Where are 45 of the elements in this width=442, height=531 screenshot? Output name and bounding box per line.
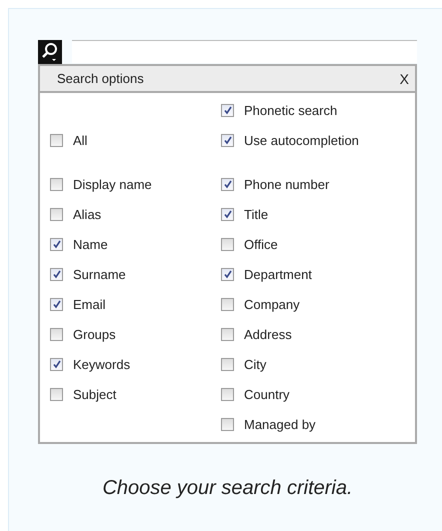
- checkbox-option[interactable]: Phone number: [221, 169, 415, 199]
- checkbox-option[interactable]: Use autocompletion: [221, 125, 415, 155]
- checkbox[interactable]: [221, 388, 234, 400]
- checkbox-option[interactable]: Email: [50, 289, 221, 319]
- search-field[interactable]: [72, 40, 417, 63]
- checkbox[interactable]: [50, 178, 63, 190]
- checkbox-option[interactable]: All: [50, 125, 221, 155]
- checkbox[interactable]: [221, 328, 234, 340]
- panel-title: Search options: [57, 71, 144, 86]
- checkbox[interactable]: [50, 328, 63, 340]
- checkbox[interactable]: [50, 268, 63, 280]
- checkbox[interactable]: [221, 238, 234, 250]
- checkbox[interactable]: [221, 178, 234, 190]
- checkbox[interactable]: [221, 358, 234, 370]
- checkbox-option[interactable]: Company: [221, 289, 415, 319]
- checkbox-option[interactable]: Country: [221, 379, 415, 409]
- checkbox[interactable]: [221, 208, 234, 220]
- checkbox-option[interactable]: Keywords: [50, 349, 221, 379]
- checkbox-option[interactable]: Groups: [50, 319, 221, 349]
- checkbox[interactable]: [221, 104, 234, 116]
- checkbox[interactable]: [221, 298, 234, 310]
- checkbox[interactable]: [221, 418, 234, 430]
- checkbox[interactable]: [221, 268, 234, 280]
- checkbox[interactable]: [221, 134, 234, 146]
- checkbox-option[interactable]: Surname: [50, 259, 221, 289]
- checkbox[interactable]: [50, 388, 63, 400]
- checkbox-option[interactable]: Alias: [50, 199, 221, 229]
- checkbox[interactable]: [50, 134, 63, 146]
- checkbox-option[interactable]: Subject: [50, 379, 221, 409]
- checkbox-option[interactable]: Display name: [50, 169, 221, 199]
- checkbox-option[interactable]: Phonetic search: [221, 95, 415, 125]
- checkbox[interactable]: [50, 298, 63, 310]
- checkbox-option[interactable]: Department: [221, 259, 415, 289]
- checkbox-option[interactable]: Title: [221, 199, 415, 229]
- search-icon[interactable]: [38, 40, 62, 64]
- checkbox[interactable]: [50, 238, 63, 250]
- checkbox-option[interactable]: Office: [221, 229, 415, 259]
- checkbox-option[interactable]: Managed by: [221, 409, 415, 439]
- checkbox-option[interactable]: City: [221, 349, 415, 379]
- close-button[interactable]: X: [398, 70, 411, 86]
- checkbox-option[interactable]: Address: [221, 319, 415, 349]
- checkbox[interactable]: [50, 358, 63, 370]
- caption: Choose your search criteria.: [101, 477, 354, 500]
- checkbox[interactable]: [50, 208, 63, 220]
- checkbox-option[interactable]: Name: [50, 229, 221, 259]
